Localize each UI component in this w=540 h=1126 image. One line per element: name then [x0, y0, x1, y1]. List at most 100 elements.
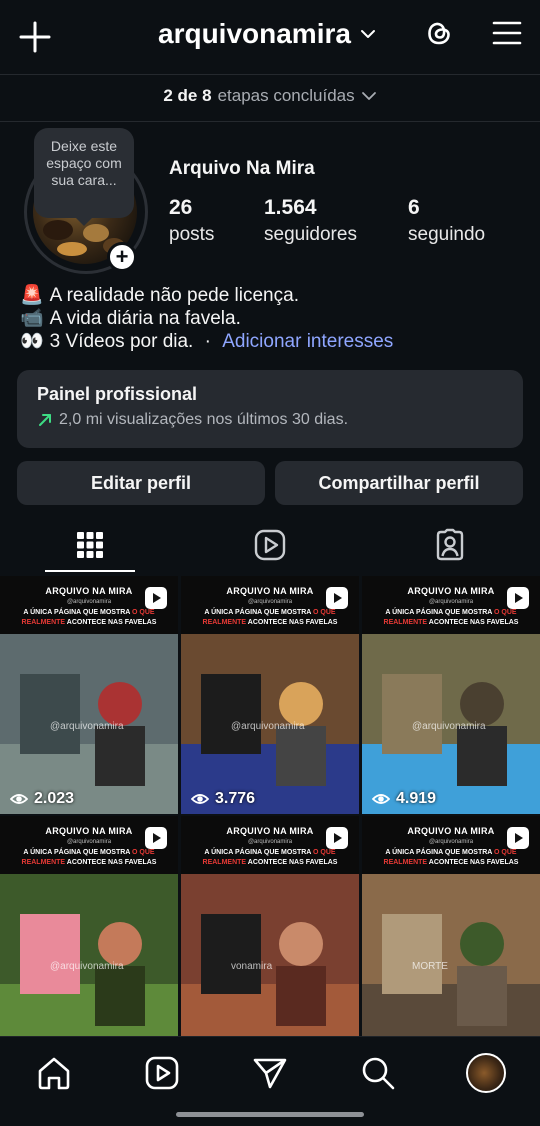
display-name: Arquivo Na Mira — [169, 158, 315, 179]
stat-value: 26 — [169, 196, 193, 219]
stat-value: 1.564 — [264, 196, 317, 219]
account-switcher[interactable]: arquivonamira — [158, 18, 377, 50]
avatar-note-bubble[interactable]: Deixe este espaço com sua cara... — [34, 128, 134, 226]
chevron-down-icon — [361, 92, 376, 100]
view-count: 3.776 — [215, 790, 256, 807]
active-tab-indicator — [45, 570, 135, 572]
tab-reels[interactable] — [180, 518, 360, 572]
share-profile-button[interactable]: Compartilhar perfil — [275, 461, 523, 505]
add-story-badge[interactable]: + — [107, 242, 137, 272]
post-tagline-2: REALMENTE ACONTECE NAS FAVELAS — [202, 619, 338, 626]
panel-subtitle-text: 2,0 mi visualizações nos últimos 30 dias… — [59, 411, 349, 428]
view-count: 4.919 — [396, 790, 437, 807]
nav-reels[interactable] — [144, 1055, 180, 1091]
create-plus-icon[interactable] — [18, 20, 52, 54]
home-icon — [38, 1057, 70, 1090]
steps-divider — [0, 121, 540, 122]
trend-up-arrow-icon — [39, 414, 51, 426]
post-views: 3.776 — [191, 790, 255, 808]
stat-posts[interactable]: 26 posts — [169, 196, 214, 246]
post-tagline-1: A ÚNICA PÁGINA QUE MOSTRA O QUE — [23, 609, 155, 616]
bio-separator: · — [199, 331, 217, 352]
username: arquivonamira — [158, 18, 351, 49]
reel-indicator-icon — [326, 587, 348, 609]
post-watermark: @arquivonamira — [50, 961, 124, 972]
menu-icon[interactable] — [490, 16, 524, 50]
nav-profile-avatar[interactable] — [466, 1053, 506, 1093]
reel-indicator-icon — [507, 587, 529, 609]
reel-indicator-icon — [326, 827, 348, 849]
post-thumbnail[interactable]: ARQUIVO NA MIRA @arquivonamira A ÚNICA P… — [362, 816, 540, 1054]
post-thumbnail[interactable]: ARQUIVO NA MIRA @arquivonamira A ÚNICA P… — [0, 576, 178, 814]
bio-line: 🚨 A realidade não pede licença. — [20, 284, 393, 307]
nav-home[interactable] — [36, 1055, 72, 1091]
post-tagline-1: A ÚNICA PÁGINA QUE MOSTRA O QUE — [204, 849, 336, 856]
post-tagline-2: REALMENTE ACONTECE NAS FAVELAS — [21, 859, 157, 866]
steps-count: 2 de 8 — [163, 86, 212, 105]
add-interests-link[interactable]: Adicionar interesses — [222, 330, 393, 353]
threads-icon[interactable] — [422, 16, 456, 50]
post-tagline-2: REALMENTE ACONTECE NAS FAVELAS — [383, 619, 519, 626]
tab-tagged[interactable] — [360, 518, 540, 572]
post-tagline-1: A ÚNICA PÁGINA QUE MOSTRA O QUE — [204, 609, 336, 616]
post-views: 2.023 — [10, 790, 74, 808]
header-divider — [0, 74, 540, 75]
post-thumbnail[interactable]: ARQUIVO NA MIRA @arquivonamira A ÚNICA P… — [362, 576, 540, 814]
view-count: 2.023 — [34, 790, 75, 807]
panel-subtitle: 2,0 mi visualizações nos últimos 30 dias… — [37, 411, 503, 429]
eye-icon — [10, 794, 28, 804]
grid-icon — [77, 532, 103, 558]
panel-title: Painel profissional — [37, 384, 198, 404]
tab-grid[interactable] — [0, 518, 180, 572]
eyes-emoji: 👀 — [20, 331, 44, 352]
nav-search[interactable] — [360, 1055, 396, 1091]
post-tagline-1: A ÚNICA PÁGINA QUE MOSTRA O QUE — [385, 849, 517, 856]
camera-emoji: 📹 — [20, 308, 44, 329]
send-direct-icon — [253, 1058, 287, 1089]
tagged-person-icon — [436, 528, 464, 561]
chevron-down-icon — [360, 30, 375, 38]
reels-icon — [145, 1056, 179, 1090]
posts-grid: ARQUIVO NA MIRA @arquivonamira A ÚNICA P… — [0, 576, 540, 1054]
bio: 🚨 A realidade não pede licença. 📹 A vida… — [20, 284, 393, 353]
stat-label: seguindo — [408, 224, 486, 245]
reels-icon — [254, 529, 286, 561]
steps-label: etapas concluídas — [217, 86, 355, 105]
eye-icon — [372, 794, 390, 804]
post-image — [362, 874, 540, 1054]
post-watermark: MORTE — [412, 961, 448, 972]
siren-emoji: 🚨 — [20, 285, 44, 306]
post-thumbnail[interactable]: ARQUIVO NA MIRA @arquivonamira A ÚNICA P… — [181, 576, 359, 814]
edit-profile-button[interactable]: Editar perfil — [17, 461, 265, 505]
post-watermark: @arquivonamira — [50, 721, 124, 732]
professional-dashboard[interactable]: Painel profissional 2,0 mi visualizações… — [17, 370, 523, 448]
post-watermark: @arquivonamira — [231, 721, 305, 732]
post-tagline-2: REALMENTE ACONTECE NAS FAVELAS — [202, 859, 338, 866]
post-watermark: @arquivonamira — [412, 721, 486, 732]
stat-label: posts — [169, 224, 215, 245]
post-views: 4.919 — [372, 790, 436, 808]
reel-indicator-icon — [145, 827, 167, 849]
post-tagline-2: REALMENTE ACONTECE NAS FAVELAS — [383, 859, 519, 866]
post-thumbnail[interactable]: ARQUIVO NA MIRA @arquivonamira A ÚNICA P… — [0, 816, 178, 1054]
post-tagline-2: REALMENTE ACONTECE NAS FAVELAS — [21, 619, 157, 626]
stat-value: 6 — [408, 196, 420, 219]
post-thumbnail[interactable]: ARQUIVO NA MIRA @arquivonamira A ÚNICA P… — [181, 816, 359, 1054]
post-tagline-1: A ÚNICA PÁGINA QUE MOSTRA O QUE — [385, 609, 517, 616]
nav-messages[interactable] — [252, 1055, 288, 1091]
reel-indicator-icon — [507, 827, 529, 849]
bio-text: A realidade não pede licença. — [49, 285, 299, 306]
stat-followers[interactable]: 1.564 seguidores — [264, 196, 357, 246]
post-watermark: vonamira — [231, 961, 273, 972]
bio-text: A vida diária na favela. — [49, 308, 241, 329]
bio-line: 📹 A vida diária na favela. — [20, 307, 393, 330]
reel-indicator-icon — [145, 587, 167, 609]
stat-following[interactable]: 6 seguindo — [408, 196, 485, 246]
onboarding-steps[interactable]: 2 de 8 etapas concluídas — [0, 86, 540, 106]
header-actions — [422, 16, 524, 50]
search-icon — [362, 1057, 395, 1090]
post-tagline-1: A ÚNICA PÁGINA QUE MOSTRA O QUE — [23, 849, 155, 856]
bio-text: 3 Vídeos por dia. — [49, 331, 194, 352]
home-indicator — [176, 1112, 364, 1117]
stat-label: seguidores — [264, 224, 357, 245]
